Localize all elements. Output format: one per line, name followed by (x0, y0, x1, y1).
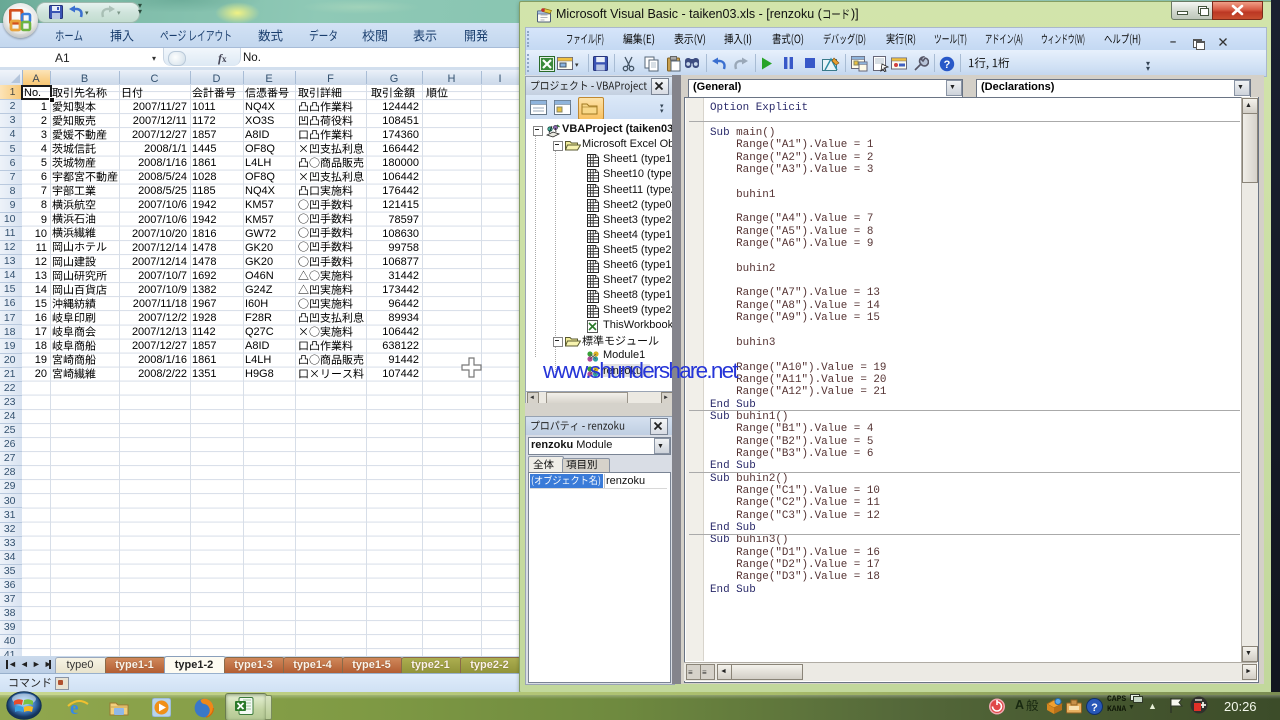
svg-text:?: ? (944, 59, 951, 71)
svg-text:?: ? (1091, 702, 1098, 714)
